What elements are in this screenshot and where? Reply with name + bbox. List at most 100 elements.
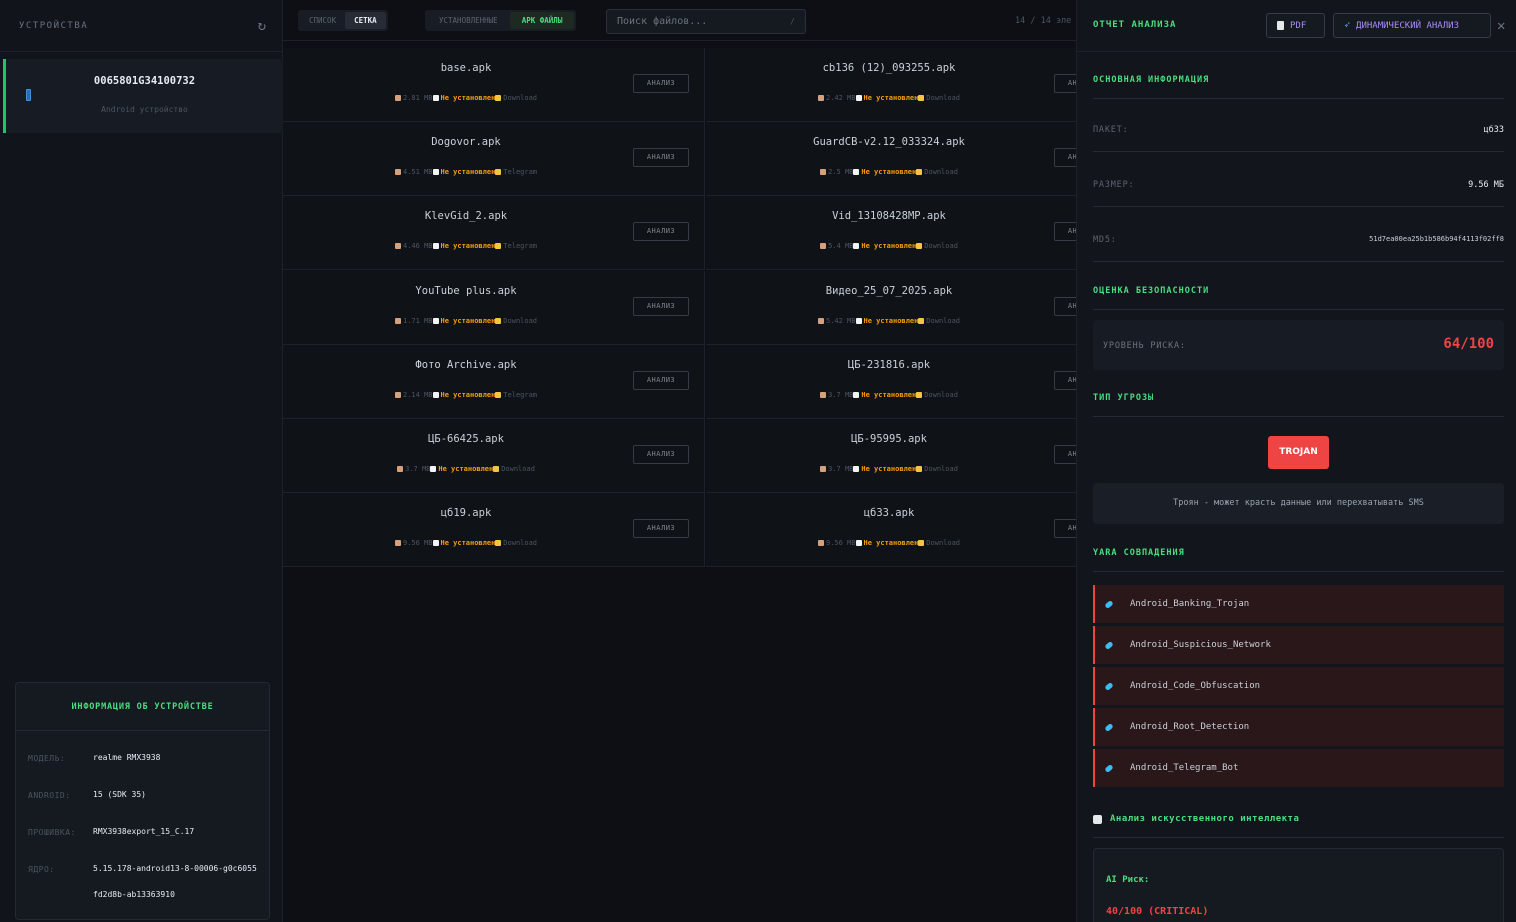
file-size: 5.4 MB xyxy=(828,242,854,251)
analyze-button[interactable]: АНАЛИЗ xyxy=(633,74,689,93)
search-input[interactable] xyxy=(617,16,777,27)
close-icon[interactable]: ✕ xyxy=(1497,18,1505,34)
install-status: Не установлен xyxy=(861,390,917,399)
yara-rule-name: Android_Root_Detection xyxy=(1130,722,1250,732)
risk-score: 64/100 xyxy=(1443,336,1494,352)
analyze-button[interactable]: АНАЛИЗ xyxy=(633,445,689,464)
folder-icon xyxy=(916,391,923,398)
pdf-button[interactable]: PDF xyxy=(1266,13,1325,38)
file-card[interactable]: cb136 (12)_093255.apk 2.42 MB Не установле… xyxy=(706,48,1076,122)
folder-icon xyxy=(495,317,502,324)
file-card[interactable]: KlevGid_2.apk 4.46 MB Не установлен Telegra… xyxy=(283,196,705,271)
file-name: GuardCB-v2.12_033324.apk xyxy=(813,136,965,149)
yara-match: Android_Code_Obfuscation xyxy=(1093,667,1504,705)
analyze-button[interactable]: АНАЛИЗ xyxy=(633,148,689,168)
pdf-label: PDF xyxy=(1290,20,1307,31)
file-meta: 4.46 MB Не установлен Telegram xyxy=(283,242,649,250)
file-source: Download xyxy=(503,539,538,548)
analyze-button[interactable]: АНАЛИЗ xyxy=(1054,370,1076,390)
file-count: 14 / 14 эле xyxy=(1015,16,1072,26)
file-card[interactable]: ЦБ-66425.apk 3.7 MB Не установлен Download А… xyxy=(283,419,705,493)
file-source: Download xyxy=(924,390,958,399)
folder-icon xyxy=(495,169,502,176)
analyze-button[interactable]: АНАЛИЗ xyxy=(633,222,689,242)
file-meta: 9.56 MB Не установлен Download xyxy=(283,539,649,547)
analyze-button[interactable]: АНАЛИЗ xyxy=(1054,148,1076,168)
size-icon xyxy=(817,317,824,324)
dynamic-analysis-label: ДИНАМИЧЕСКИЙ АНАЛИЗ xyxy=(1356,20,1459,31)
file-source: Download xyxy=(926,316,961,325)
size-icon xyxy=(817,95,824,101)
file-meta: 2.81 MB Не установлен Download xyxy=(283,94,649,102)
file-name: base.apk xyxy=(440,62,492,74)
phone-icon xyxy=(26,89,31,101)
app-window: УСТРОЙСТВА ↻ 0065801G34100732 Android ус… xyxy=(0,0,1516,922)
file-icon xyxy=(432,95,439,101)
folder-icon xyxy=(916,243,923,250)
size-icon xyxy=(820,169,827,176)
size-icon xyxy=(394,243,401,250)
yara-match: Android_Banking_Trojan xyxy=(1093,585,1504,623)
file-size: 9.56 MB xyxy=(825,539,856,548)
analyze-button[interactable]: АНАЛИЗ xyxy=(1054,519,1076,539)
devices-sidebar: УСТРОЙСТВА ↻ 0065801G34100732 Android ус… xyxy=(0,0,283,922)
install-status: Не установлен xyxy=(861,168,917,177)
file-card[interactable]: Видео_25_07_2025.apk 5.42 MB Не установлен… xyxy=(706,270,1076,345)
package-value: цб33 xyxy=(1483,125,1504,135)
analyze-button[interactable]: АНАЛИЗ xyxy=(633,519,689,539)
size-icon xyxy=(820,466,827,472)
file-size: 1.71 MB xyxy=(402,316,433,325)
analyze-button[interactable]: АНАЛИЗ xyxy=(1054,222,1076,242)
file-card[interactable]: YouTube plus.apk 1.71 MB Не установлен Down… xyxy=(283,270,705,345)
file-card[interactable]: Vid_13108428MP.apk 5.4 MB Не установлен Dow… xyxy=(706,196,1076,271)
file-card[interactable]: ЦБ-95995.apk 3.7 MB Не установлен Download А… xyxy=(706,419,1076,493)
file-meta: 2.5 MB Не установлен Download xyxy=(706,168,1072,176)
file-card[interactable]: цб33.apk 9.56 MB Не установлен Download АНАЛ… xyxy=(706,493,1076,568)
install-status: Не установлен xyxy=(863,316,919,325)
file-card[interactable]: GuardCB-v2.12_033324.apk 2.5 MB Не установ… xyxy=(706,122,1076,197)
source-filter: УСТАНОВЛЕННЫЕ APK ФАЙЛЫ xyxy=(425,10,577,31)
file-source: Download xyxy=(924,168,958,177)
ai-analysis-box: AI Риск: 40/100 (CRITICAL) xyxy=(1093,848,1504,922)
view-list-button[interactable]: СПИСОК xyxy=(300,12,345,29)
folder-icon xyxy=(495,243,502,250)
md5-value: 51d7ea00ea25b1b586b94f4113f02ff8 xyxy=(1369,235,1504,243)
view-grid-button[interactable]: СЕТКА xyxy=(345,12,386,29)
install-status: Не установлен xyxy=(440,539,496,548)
analyze-button[interactable]: АНАЛИЗ xyxy=(633,296,689,316)
threat-description: Троян - может красть данные или перехват… xyxy=(1093,483,1504,524)
file-icon xyxy=(432,317,439,324)
divider xyxy=(1093,416,1504,417)
file-name: ЦБ-66425.apk xyxy=(428,433,504,445)
file-name: цб19.apk xyxy=(440,507,492,520)
file-size: 5.42 MB xyxy=(825,316,856,325)
file-card[interactable]: ЦБ-231816.apk 3.7 MB Не установлен Download… xyxy=(706,344,1076,419)
dynamic-analysis-button[interactable]: ➶ ДИНАМИЧЕСКИЙ АНАЛИЗ xyxy=(1333,13,1491,38)
file-icon xyxy=(430,466,437,472)
file-card[interactable]: цб19.apk 9.56 MB Не установлен Download АНАЛ… xyxy=(283,493,705,568)
file-card[interactable]: Фото Archive.apk 2.14 MB Не установлен Tele… xyxy=(283,344,705,419)
refresh-icon[interactable]: ↻ xyxy=(258,18,266,34)
device-card[interactable]: 0065801G34100732 Android устройство xyxy=(3,59,283,133)
analyze-button[interactable]: АНАЛИЗ xyxy=(1054,296,1076,316)
analysis-report-panel: ОТЧЕТ АНАЛИЗА PDF ➶ ДИНАМИЧЕСКИЙ АНАЛИЗ … xyxy=(1076,0,1516,922)
analyze-button[interactable]: АНАЛИЗ xyxy=(1054,445,1076,464)
device-info-key: МОДЕЛЬ: xyxy=(28,754,66,763)
analyze-button[interactable]: АНАЛИЗ xyxy=(633,370,689,390)
device-info-value: realme RMX3938 xyxy=(93,753,161,762)
analyze-button[interactable]: АНАЛИЗ xyxy=(1054,74,1076,93)
file-source: Download xyxy=(501,465,535,473)
file-card[interactable]: Dogovor.apk 4.51 MB Не установлен Telegram А… xyxy=(283,122,705,197)
filter-installed-button[interactable]: УСТАНОВЛЕННЫЕ xyxy=(427,12,510,29)
file-meta: 1.71 MB Не установлен Download xyxy=(283,317,649,325)
file-name: Видео_25_07_2025.apk xyxy=(825,284,953,297)
install-status: Не установлен xyxy=(440,316,496,325)
file-meta: 5.4 MB Не установлен Download xyxy=(706,242,1072,250)
divider xyxy=(1093,261,1504,262)
report-header: ОТЧЕТ АНАЛИЗА PDF ➶ ДИНАМИЧЕСКИЙ АНАЛИЗ … xyxy=(1077,0,1516,52)
report-title: ОТЧЕТ АНАЛИЗА xyxy=(1093,20,1177,30)
file-card[interactable]: base.apk 2.81 MB Не установлен Download АНАЛ… xyxy=(283,48,705,122)
filter-apk-button[interactable]: APK ФАЙЛЫ xyxy=(509,12,575,29)
file-icon xyxy=(853,391,860,398)
file-icon xyxy=(855,317,862,324)
